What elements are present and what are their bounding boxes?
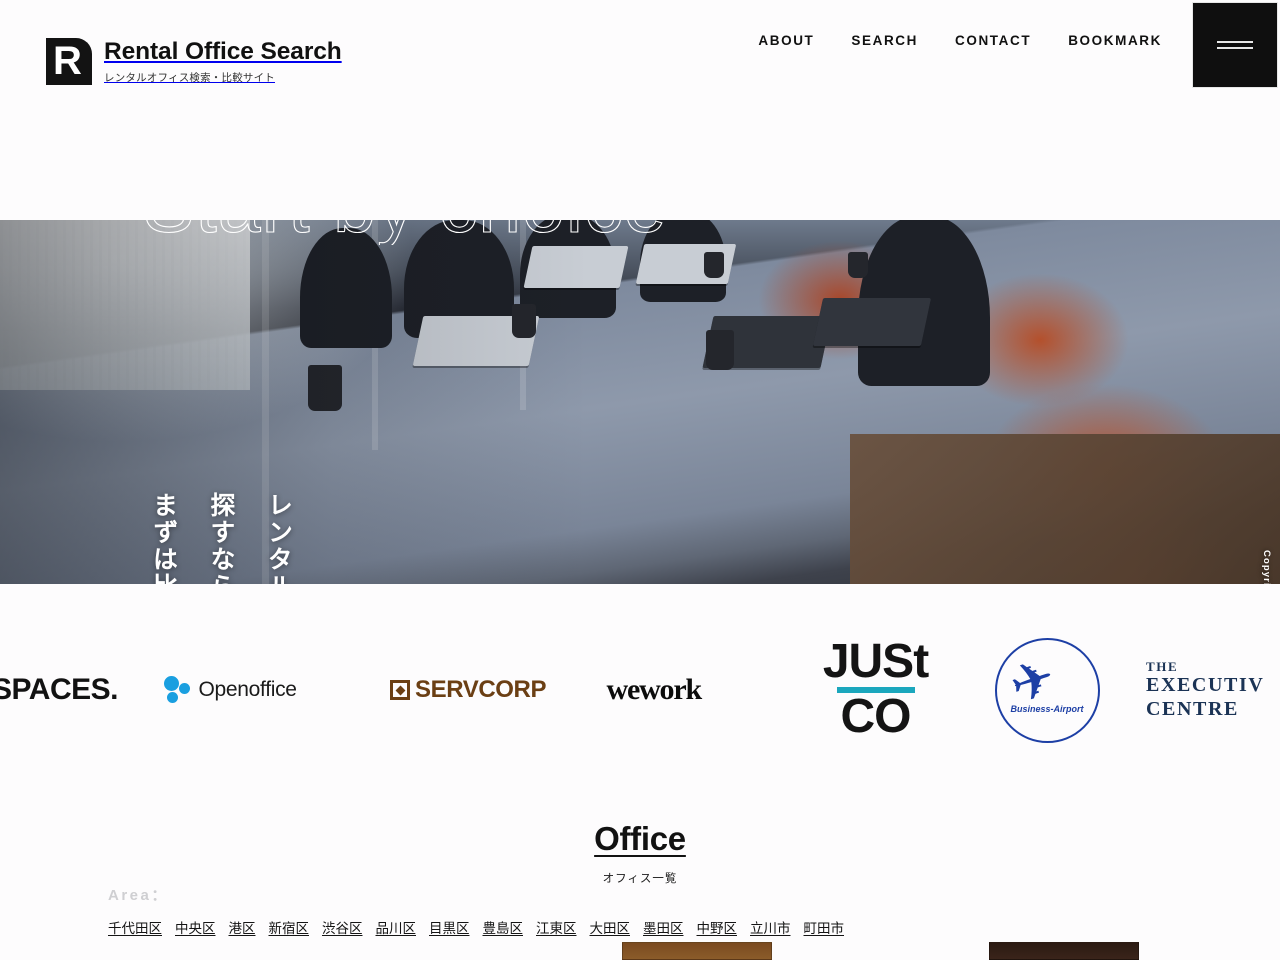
partner-logo-spaces[interactable]: SPACES. [0,630,118,750]
page-root: R Rental Office Search レンタルオフィス検索・比較サイト … [0,0,1280,960]
partner-logo-executive-centre[interactable]: THE EXECUTIV CENTRE [1146,630,1280,750]
area-filter-links: 千代田区 中央区 港区 新宿区 渋谷区 品川区 目黒区 豊島区 江東区 大田区 … [108,917,1188,937]
partner-logo-openoffice[interactable]: Openoffice [163,630,344,750]
partner-logo-wework-text: wework [606,673,703,706]
brand-subtitle: レンタルオフィス検索・比較サイト [104,71,275,84]
partner-logo-spaces-text: SPACES. [0,673,118,706]
nav-item-search[interactable]: SEARCH [851,33,918,48]
area-link-minato[interactable]: 港区 [229,917,256,937]
brand-title: Rental Office Search [104,38,342,66]
area-link-koto[interactable]: 江東区 [536,917,577,937]
office-card-list [0,942,1280,960]
nav-item-bookmark[interactable]: BOOKMARK [1068,33,1162,48]
nav-item-contact[interactable]: CONTACT [955,33,1031,48]
area-filter-label: Area： [108,887,169,904]
area-link-meguro[interactable]: 目黒区 [429,917,470,937]
partner-logo-justco[interactable]: JUSt CO [803,630,948,750]
partner-logo-business-airport[interactable]: ✈ Business-Airport [994,630,1100,750]
openoffice-dots-icon [163,675,192,705]
area-link-nakano[interactable]: 中野区 [697,917,738,937]
area-link-chiyoda[interactable]: 千代田区 [108,917,162,937]
hamburger-icon [1217,41,1253,49]
brand-logo-link[interactable]: R Rental Office Search レンタルオフィス検索・比較サイト [46,38,342,85]
brand-text: Rental Office Search レンタルオフィス検索・比較サイト [104,38,342,84]
nav-item-about[interactable]: ABOUT [758,33,814,48]
area-link-toshima[interactable]: 豊島区 [483,917,524,937]
partner-logo-servcorp[interactable]: SERVCORP [390,630,560,750]
area-link-ota[interactable]: 大田区 [590,917,631,937]
hero-vertical-line-1: レンタルオフィスを [261,492,295,584]
partner-logo-servcorp-text: SERVCORP [415,676,547,703]
partner-logo-wework[interactable]: wework [607,630,757,750]
copyright-text: Copyright © 2023 OFFICENAVI Inc. [1261,550,1272,584]
area-link-tachikawa[interactable]: 立川市 [750,917,791,937]
partner-logo-tec-line3: CENTRE [1146,697,1239,720]
partner-logo-strip: SPACES. Openoffice SERVCORP wework JUSt … [0,600,1280,780]
office-section-title: Office [594,820,686,857]
area-link-machida[interactable]: 町田市 [804,917,845,937]
hero-banner: レンタルオフィスを 探すなら まずは比較から 地図検索 エリア検索 Copyri… [0,220,1280,584]
area-link-chuo[interactable]: 中央区 [175,917,216,937]
area-link-shibuya[interactable]: 渋谷区 [322,917,363,937]
hero-vertical-line-3: まずは比較から [146,492,180,584]
servcorp-square-icon [390,680,410,700]
partner-logo-justco-line1: JUSt [822,634,929,688]
area-filter-block: Area： 千代田区 中央区 港区 新宿区 渋谷区 品川区 目黒区 豊島区 江東… [108,884,1188,937]
partner-logo-business-airport-caption: Business-Airport [1010,703,1084,714]
main-navigation: ABOUT SEARCH CONTACT BOOKMARK [758,33,1162,48]
partner-logo-justco-line2: CO [840,690,912,744]
hamburger-menu-button[interactable] [1192,2,1278,88]
area-link-shinagawa[interactable]: 品川区 [376,917,417,937]
partner-logo-tec-line1: THE [1146,659,1179,675]
brand-logo-icon: R [46,38,92,85]
office-card[interactable] [622,942,772,960]
site-header: R Rental Office Search レンタルオフィス検索・比較サイト … [0,0,1280,92]
area-link-shinjuku[interactable]: 新宿区 [269,917,310,937]
hero-vertical-copy: レンタルオフィスを 探すなら まずは比較から [146,492,295,584]
partner-logo-tec-line2: EXECUTIV [1146,674,1265,697]
partner-logo-openoffice-text: Openoffice [198,678,297,701]
hero-vertical-line-2: 探すなら [207,492,235,584]
brand-logo-letter: R [53,38,82,83]
office-card[interactable] [989,942,1139,960]
office-section: Office オフィス一覧 Area： 千代田区 中央区 港区 新宿区 渋谷区 … [0,820,1280,936]
area-link-sumida[interactable]: 墨田区 [643,917,684,937]
